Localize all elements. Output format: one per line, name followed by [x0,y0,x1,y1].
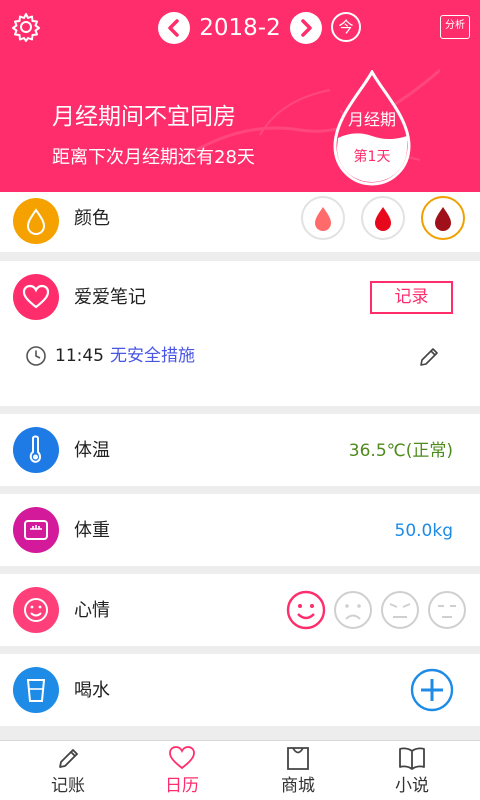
edit-pencil-icon[interactable] [417,345,441,369]
love-notes-label: 爱爱笔记 [74,287,146,308]
water-label: 喝水 [74,680,110,701]
previous-month-button[interactable] [158,12,190,44]
tab-label: 日历 [165,776,199,796]
plus-icon [410,668,454,712]
red-drop-icon [375,207,391,231]
current-month: 2018-2 [199,15,281,41]
weight-card[interactable]: 体重 50.0kg [0,494,480,566]
weight-label: 体重 [74,520,110,541]
water-card: 喝水 [0,654,480,726]
add-water-button[interactable] [410,668,454,712]
heart-outline-icon [168,745,196,771]
smile-icon [13,587,59,633]
weight-value: 50.0kg [394,521,454,541]
chevron-right-icon [301,19,312,37]
dark-red-drop-icon [435,207,451,231]
tab-novels[interactable]: 小说 [352,741,472,800]
scale-icon [13,507,59,553]
temperature-value: 36.5℃(正常) [348,441,453,461]
tab-label: 小说 [395,776,429,796]
heart-icon [13,274,59,320]
bottom-tab-bar: 记账 日历 商城 小说 [0,740,480,800]
thermometer-icon [13,427,59,473]
next-month-button[interactable] [290,12,322,44]
analysis-button[interactable]: 分析 [440,15,470,39]
color-option-dark-red[interactable] [421,196,465,240]
light-red-drop-icon [315,207,331,231]
angry-face-icon [381,591,419,629]
tab-calendar[interactable]: 日历 [122,741,242,800]
neutral-face-icon [428,591,466,629]
chevron-left-icon [168,19,179,37]
record-button[interactable]: 记录 [370,281,453,314]
period-headline: 月经期间不宜同房 [52,104,236,130]
pencil-icon [54,745,82,771]
drop-day-count: 第1天 [353,149,391,165]
drop-title: 月经期 [347,110,396,129]
settings-gear-icon[interactable] [10,11,42,43]
color-card: 颜色 [0,192,480,252]
mood-label: 心情 [74,600,110,621]
book-icon [398,745,426,771]
color-option-light-red[interactable] [301,196,345,240]
entry-time: 11:45 [55,346,104,366]
droplet-icon [13,198,59,244]
tab-label: 记账 [51,776,85,796]
clock-icon [26,346,46,366]
mood-neutral-button[interactable] [427,590,467,630]
cup-icon [13,667,59,713]
today-button[interactable]: 今 [331,12,361,42]
color-label: 颜色 [74,208,110,229]
tab-bookkeeping[interactable]: 记账 [8,741,128,800]
header: 2018-2 今 分析 月经期间不宜同房 距离下次月经期还有28天 月经期 第1… [0,0,480,192]
mood-happy-button[interactable] [286,590,326,630]
period-drop-badge: 月经期 第1天 [331,70,413,188]
shopping-bag-icon [284,745,312,771]
entry-method[interactable]: 无安全措施 [110,345,195,367]
sad-face-icon [334,591,372,629]
next-period-countdown: 距离下次月经期还有28天 [52,147,255,168]
color-option-red[interactable] [361,196,405,240]
tab-mall[interactable]: 商城 [238,741,358,800]
mood-angry-button[interactable] [380,590,420,630]
mood-sad-button[interactable] [333,590,373,630]
happy-face-icon [286,590,326,630]
temperature-card[interactable]: 体温 36.5℃(正常) [0,414,480,486]
temperature-label: 体温 [74,440,110,461]
tab-label: 商城 [281,776,315,796]
